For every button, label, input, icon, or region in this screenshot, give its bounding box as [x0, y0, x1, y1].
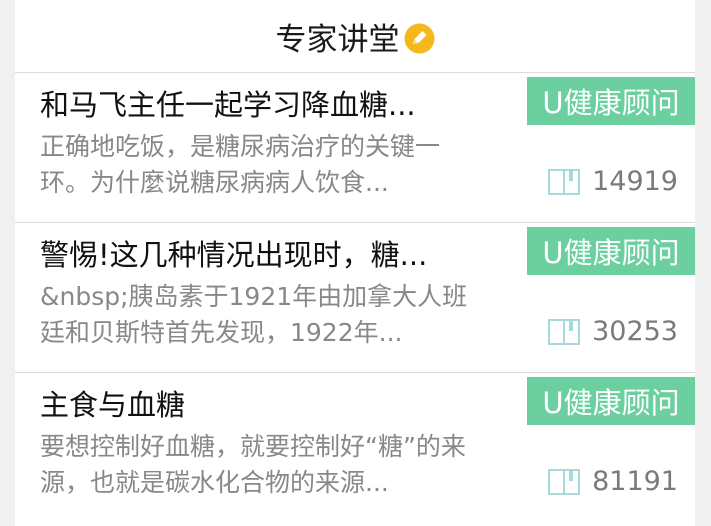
- edit-badge-icon[interactable]: [404, 23, 435, 54]
- article-title[interactable]: 警惕!这几种情况出现时，糖...: [40, 237, 500, 273]
- article-card[interactable]: 警惕!这几种情况出现时，糖... &nbsp;胰岛素于1921年由加拿大人班 廷…: [15, 223, 695, 373]
- article-title[interactable]: 主食与血糖: [40, 387, 500, 423]
- panel-header: 专家讲堂: [15, 0, 695, 73]
- view-count-group: 14919: [548, 167, 678, 197]
- article-card[interactable]: 和马飞主任一起学习降血糖... 正确地吃饭，是糖尿病治疗的关键一 环。为什麼说糖…: [15, 73, 695, 223]
- view-count-group: 30253: [548, 317, 678, 347]
- book-icon: [548, 469, 581, 495]
- view-count-group: 81191: [548, 467, 678, 497]
- article-summary: 正确地吃饭，是糖尿病治疗的关键一 环。为什麼说糖尿病病人饮食...: [40, 132, 441, 197]
- view-count: 14919: [592, 166, 678, 197]
- page-title: 专家讲堂: [275, 21, 400, 58]
- source-badge: U健康顾问: [527, 77, 695, 125]
- expert-lecture-panel: 专家讲堂 和马飞主任一起学习降血糖... 正确地吃饭，是糖尿病治疗的关键一 环。…: [15, 0, 695, 526]
- source-badge: U健康顾问: [527, 377, 695, 425]
- article-summary: &nbsp;胰岛素于1921年由加拿大人班 廷和贝斯特首先发现，1922年...: [40, 282, 468, 347]
- source-badge: U健康顾问: [527, 227, 695, 275]
- article-card[interactable]: 主食与血糖 要想控制好血糖，就要控制好“糖”的来 源，也就是碳水化合物的来源..…: [15, 373, 695, 523]
- book-icon: [548, 169, 581, 195]
- view-count: 81191: [592, 466, 678, 497]
- book-icon: [548, 319, 581, 345]
- view-count: 30253: [592, 316, 678, 347]
- article-title[interactable]: 和马飞主任一起学习降血糖...: [40, 87, 500, 123]
- article-summary: 要想控制好血糖，就要控制好“糖”的来 源，也就是碳水化合物的来源...: [40, 432, 466, 497]
